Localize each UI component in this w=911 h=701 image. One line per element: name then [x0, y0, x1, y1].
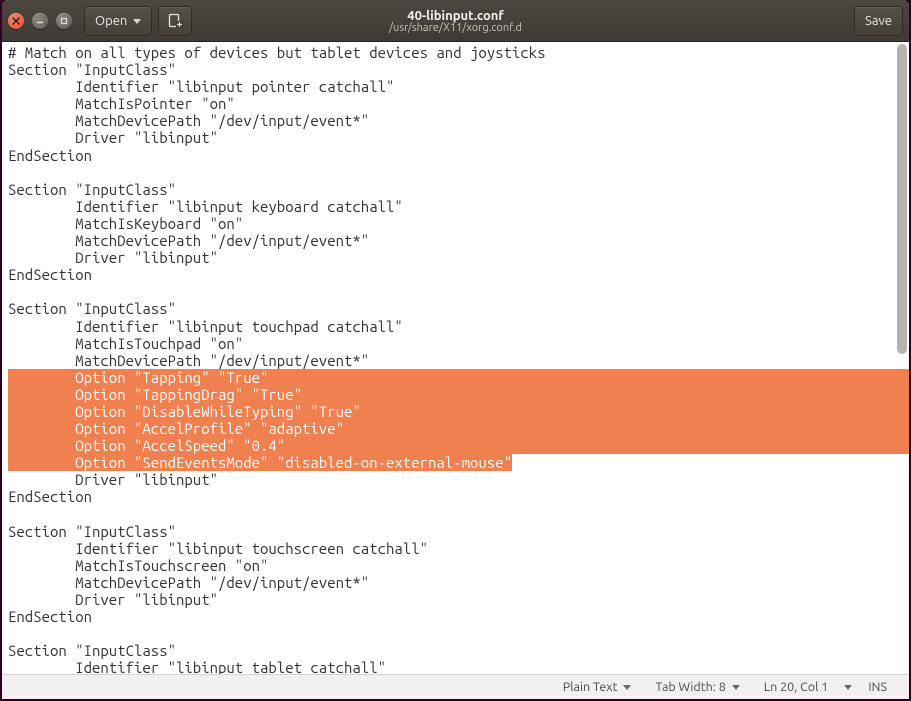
editor-line: Option "Tapping" "True" [8, 369, 909, 386]
tab-width-selector[interactable]: Tab Width: 8 [643, 680, 751, 694]
editor-line: Option "AccelSpeed" "0.4" [8, 437, 909, 454]
editor-line: Section "InputClass" [8, 523, 909, 540]
chevron-down-icon [623, 685, 631, 690]
save-button[interactable]: Save [854, 6, 903, 36]
minimize-button[interactable] [32, 13, 48, 29]
editor-line: Section "InputClass" [8, 61, 909, 78]
chevron-down-icon [844, 685, 852, 690]
insert-mode[interactable]: INS [856, 680, 899, 694]
editor-line [8, 283, 909, 300]
editor-line: Identifier "libinput pointer catchall" [8, 78, 909, 95]
editor-line: MatchIsTouchpad "on" [8, 335, 909, 352]
maximize-button[interactable] [56, 13, 72, 29]
editor-line: MatchDevicePath "/dev/input/event*" [8, 352, 909, 369]
editor-line: Identifier "libinput keyboard catchall" [8, 198, 909, 215]
insert-mode-label: INS [868, 680, 887, 694]
open-button-label: Open [95, 14, 127, 28]
new-tab-button[interactable] [158, 6, 192, 36]
editor-line [8, 506, 909, 523]
editor-line: EndSection [8, 608, 909, 625]
new-document-icon [167, 13, 183, 29]
scrollbar[interactable] [897, 44, 907, 672]
editor-line: Option "AccelProfile" "adaptive" [8, 420, 909, 437]
editor-line: EndSection [8, 147, 909, 164]
close-button[interactable] [8, 13, 24, 29]
language-selector[interactable]: Plain Text [551, 680, 644, 694]
chevron-down-icon [133, 19, 141, 24]
editor-line: Section "InputClass" [8, 181, 909, 198]
editor-line: Driver "libinput" [8, 471, 909, 488]
cursor-menu[interactable] [840, 685, 856, 690]
close-icon [12, 17, 20, 25]
editor-line: # Match on all types of devices but tabl… [8, 44, 909, 61]
maximize-icon [60, 17, 68, 25]
editor-line: Identifier "libinput touchscreen catchal… [8, 540, 909, 557]
editor-line [8, 164, 909, 181]
editor-line: MatchDevicePath "/dev/input/event*" [8, 112, 909, 129]
chevron-down-icon [732, 685, 740, 690]
editor-line: EndSection [8, 488, 909, 505]
editor-line: MatchDevicePath "/dev/input/event*" [8, 574, 909, 591]
editor-line: MatchIsPointer "on" [8, 95, 909, 112]
editor-line: Driver "libinput" [8, 249, 909, 266]
editor-line: Option "SendEventsMode" "disabled-on-ext… [8, 454, 909, 471]
editor-line: Option "DisableWhileTyping" "True" [8, 403, 909, 420]
editor-line: MatchIsKeyboard "on" [8, 215, 909, 232]
document-title: 40-libinput.conf [407, 9, 504, 23]
editor-line: MatchIsTouchscreen "on" [8, 557, 909, 574]
editor-line: EndSection [8, 266, 909, 283]
document-path: /usr/share/X11/xorg.conf.d [389, 22, 522, 34]
editor-line: Section "InputClass" [8, 642, 909, 659]
cursor-position-label: Ln 20, Col 1 [764, 680, 829, 694]
editor-line: Driver "libinput" [8, 591, 909, 608]
statusbar: Plain Text Tab Width: 8 Ln 20, Col 1 INS [2, 674, 909, 699]
language-label: Plain Text [563, 680, 618, 694]
editor-line: Section "InputClass" [8, 300, 909, 317]
window-controls [8, 13, 72, 29]
open-button[interactable]: Open [84, 6, 152, 36]
editor-line: Option "TappingDrag" "True" [8, 386, 909, 403]
text-editor[interactable]: # Match on all types of devices but tabl… [2, 42, 909, 674]
cursor-position[interactable]: Ln 20, Col 1 [752, 680, 841, 694]
headerbar: Open 40-libinput.conf /usr/share/X11/xor… [2, 0, 909, 42]
tab-width-label: Tab Width: 8 [655, 680, 725, 694]
minimize-icon [36, 17, 44, 25]
editor-line: Identifier "libinput touchpad catchall" [8, 318, 909, 335]
save-button-label: Save [865, 14, 892, 28]
editor-line: Identifier "libinput tablet catchall" [8, 659, 909, 674]
scrollbar-thumb[interactable] [897, 44, 907, 354]
editor-line: Driver "libinput" [8, 129, 909, 146]
editor-line [8, 625, 909, 642]
editor-line: MatchDevicePath "/dev/input/event*" [8, 232, 909, 249]
app-window: Open 40-libinput.conf /usr/share/X11/xor… [2, 0, 909, 699]
